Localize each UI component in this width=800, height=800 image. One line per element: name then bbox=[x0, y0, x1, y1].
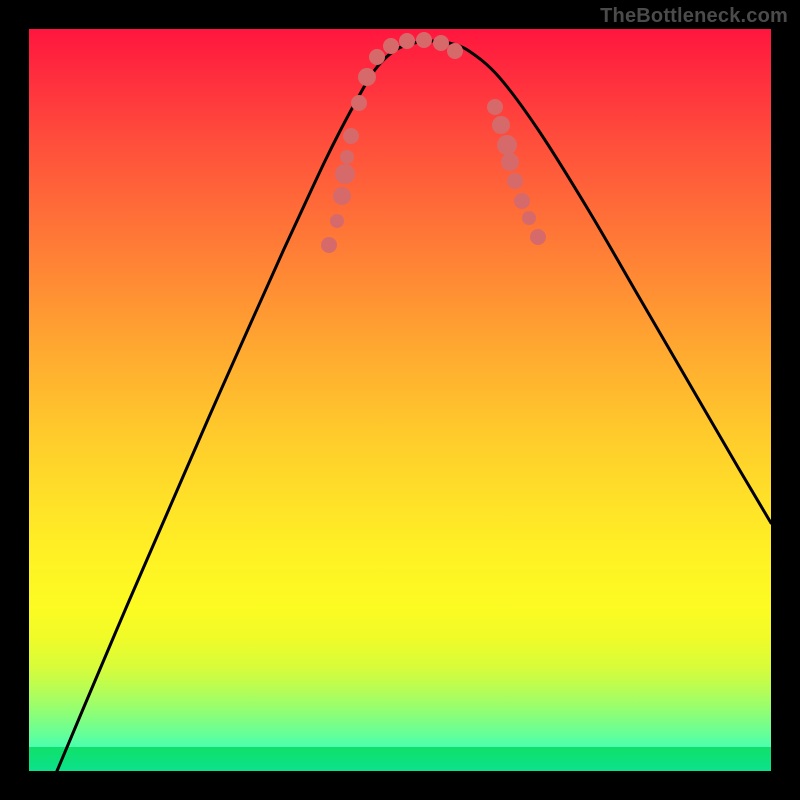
curve-marker bbox=[333, 187, 351, 205]
curve-marker bbox=[433, 35, 449, 51]
curve-marker bbox=[530, 229, 546, 245]
bottleneck-curve bbox=[57, 41, 771, 771]
curve-marker bbox=[416, 32, 432, 48]
curve-marker bbox=[492, 116, 510, 134]
curve-markers bbox=[321, 32, 546, 253]
curve-marker bbox=[497, 135, 517, 155]
curve-marker bbox=[487, 99, 503, 115]
curve-marker bbox=[501, 153, 519, 171]
curve-marker bbox=[399, 33, 415, 49]
curve-marker bbox=[447, 43, 463, 59]
curve-marker bbox=[522, 211, 536, 225]
watermark-text: TheBottleneck.com bbox=[600, 6, 788, 26]
curve-marker bbox=[351, 95, 367, 111]
curve-marker bbox=[507, 173, 523, 189]
chart-overlay bbox=[29, 29, 771, 771]
curve-marker bbox=[383, 38, 399, 54]
curve-marker bbox=[330, 214, 344, 228]
curve-marker bbox=[358, 68, 376, 86]
curve-marker bbox=[343, 128, 359, 144]
curve-marker bbox=[514, 193, 530, 209]
curve-marker bbox=[369, 49, 385, 65]
curve-marker bbox=[321, 237, 337, 253]
curve-marker bbox=[340, 150, 354, 164]
curve-marker bbox=[335, 164, 355, 184]
